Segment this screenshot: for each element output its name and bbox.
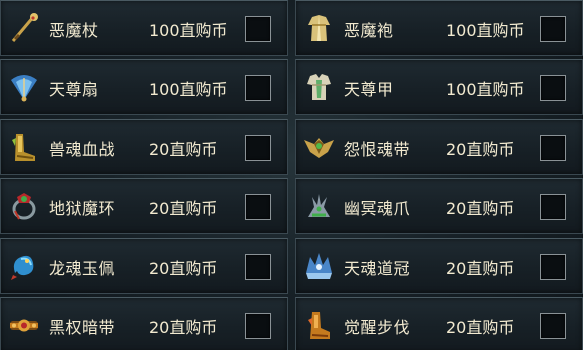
celestial-fan-icon: [7, 70, 41, 104]
right-column: 恶魔袍 100直购币 天尊甲 100直购币 怨恨魂带 20直购币 幽冥魂爪 20…: [295, 0, 583, 350]
item-checkbox[interactable]: [245, 312, 271, 339]
dragon-soul-pendant-icon: [7, 249, 41, 283]
item-price: 100直购币: [149, 21, 228, 40]
item-row[interactable]: 天魂道冠 20直购币: [295, 237, 583, 294]
item-checkbox[interactable]: [540, 16, 566, 42]
grudge-soul-belt-icon: [302, 130, 336, 164]
item-name: 天尊甲: [344, 80, 394, 100]
hell-demon-ring-icon: [7, 189, 41, 223]
beast-soul-boots-icon: [7, 130, 41, 164]
item-price: 20直购币: [149, 317, 218, 337]
item-name: 天尊扇: [49, 80, 99, 100]
item-price: 20直购币: [149, 258, 218, 278]
nether-soul-claw-icon: [302, 189, 336, 223]
item-row[interactable]: 龙魂玉佩 20直购币: [0, 237, 288, 294]
demon-staff-icon: [7, 11, 41, 45]
item-checkbox[interactable]: [245, 194, 271, 221]
item-name: 恶魔杖: [49, 21, 99, 40]
item-checkbox[interactable]: [540, 194, 566, 221]
item-price: 20直购币: [446, 139, 515, 159]
item-price: 100直购币: [446, 21, 525, 40]
item-row[interactable]: 恶魔袍 100直购币: [295, 0, 583, 56]
item-row[interactable]: 觉醒步伐 20直购币: [295, 296, 583, 350]
awakening-boots-icon: [302, 308, 336, 342]
celestial-armor-icon: [302, 70, 336, 104]
item-row[interactable]: 怨恨魂带 20直购币: [295, 118, 583, 175]
item-checkbox[interactable]: [540, 253, 566, 280]
item-price: 100直购币: [149, 80, 228, 100]
item-checkbox[interactable]: [245, 134, 271, 161]
item-name: 恶魔袍: [344, 21, 394, 40]
item-name: 龙魂玉佩: [49, 258, 116, 278]
item-price: 20直购币: [446, 317, 515, 337]
left-column: 恶魔杖 100直购币 天尊扇 100直购币 兽魂血战 20直购币 地狱魔环 20…: [0, 0, 288, 350]
item-name: 觉醒步伐: [344, 317, 411, 337]
item-checkbox[interactable]: [540, 134, 566, 161]
item-row[interactable]: 幽冥魂爪 20直购币: [295, 178, 583, 235]
item-row[interactable]: 地狱魔环 20直购币: [0, 178, 288, 235]
item-row[interactable]: 天尊甲 100直购币: [295, 59, 583, 116]
purchase-panel: 恶魔杖 100直购币 天尊扇 100直购币 兽魂血战 20直购币 地狱魔环 20…: [0, 0, 583, 350]
item-price: 20直购币: [446, 199, 515, 219]
item-row[interactable]: 天尊扇 100直购币: [0, 59, 288, 116]
item-price: 20直购币: [446, 258, 515, 278]
item-row[interactable]: 恶魔杖 100直购币: [0, 0, 288, 56]
item-checkbox[interactable]: [245, 16, 271, 42]
dark-power-belt-icon: [7, 308, 41, 342]
item-checkbox[interactable]: [245, 75, 271, 102]
item-checkbox[interactable]: [245, 253, 271, 280]
item-checkbox[interactable]: [540, 75, 566, 102]
item-name: 幽冥魂爪: [344, 199, 411, 219]
item-name: 兽魂血战: [49, 139, 116, 159]
item-checkbox[interactable]: [540, 312, 566, 339]
item-row[interactable]: 兽魂血战 20直购币: [0, 118, 288, 175]
item-price: 20直购币: [149, 139, 218, 159]
demon-robe-icon: [302, 11, 336, 45]
item-name: 怨恨魂带: [344, 139, 411, 159]
item-row[interactable]: 黑权暗带 20直购币: [0, 296, 288, 350]
heaven-soul-crown-icon: [302, 249, 336, 283]
item-name: 黑权暗带: [49, 317, 116, 337]
item-price: 20直购币: [149, 199, 218, 219]
item-name: 地狱魔环: [49, 199, 116, 219]
item-name: 天魂道冠: [344, 258, 411, 278]
item-price: 100直购币: [446, 80, 525, 100]
